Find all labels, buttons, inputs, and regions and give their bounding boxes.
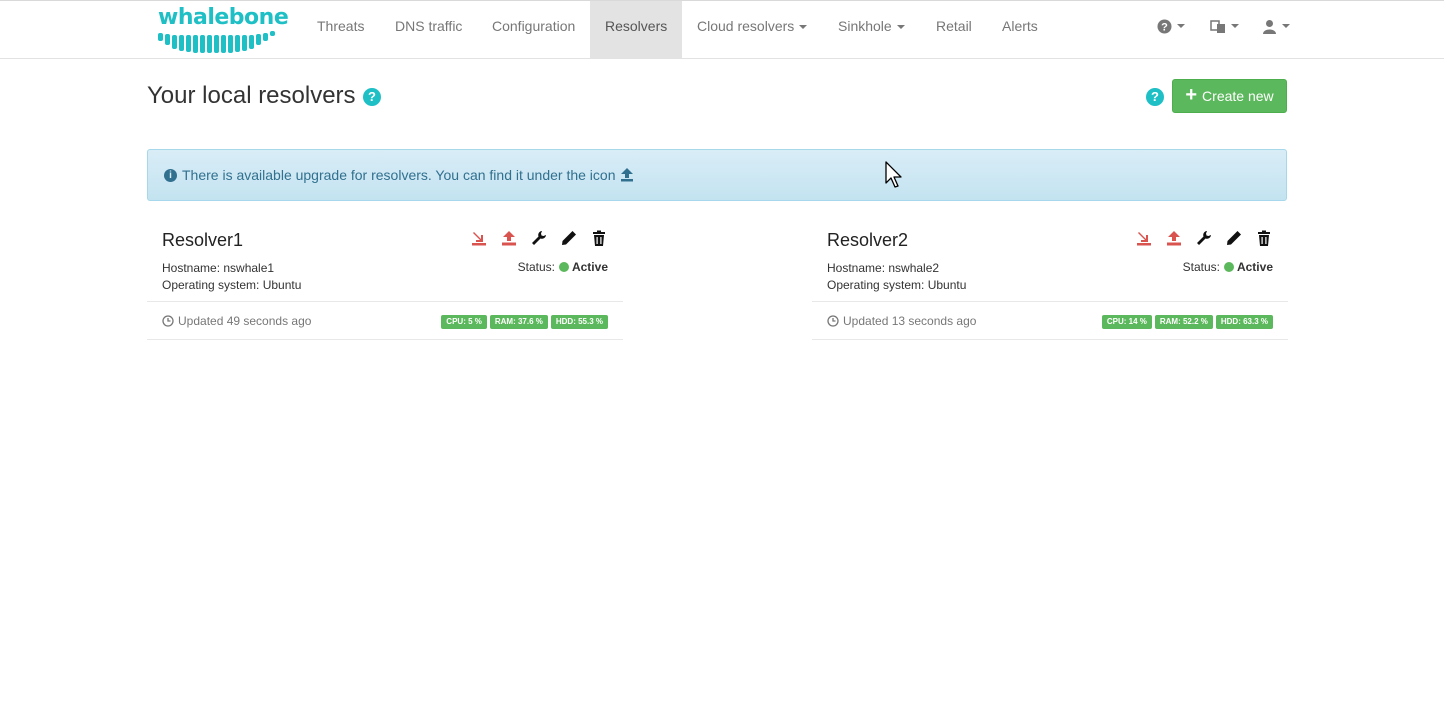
nav-sinkhole[interactable]: Sinkhole xyxy=(823,1,920,58)
user-icon xyxy=(1263,19,1276,34)
clock-icon xyxy=(827,315,839,327)
upload-icon xyxy=(620,168,633,182)
upload-icon xyxy=(1167,231,1181,246)
nav-configuration[interactable]: Configuration xyxy=(477,1,590,58)
resolver-os: Operating system: Ubuntu xyxy=(162,278,302,292)
resolver-card: Resolver2 Hostname: nswhale2 Operating s… xyxy=(812,222,1288,340)
mouse-cursor-icon xyxy=(885,161,902,188)
wrench-icon xyxy=(1197,231,1211,245)
ram-badge: RAM: 37.6 % xyxy=(489,315,548,329)
resolver-hostname: Hostname: nswhale1 xyxy=(162,261,275,275)
cpu-badge: CPU: 5 % xyxy=(441,315,487,329)
pencil-icon xyxy=(1227,231,1241,245)
upgrade-button[interactable] xyxy=(1164,228,1184,248)
upgrade-alert: i There is available upgrade for resolve… xyxy=(147,149,1287,201)
resolver-updated: Updated 49 seconds ago xyxy=(162,314,311,328)
nav-cloud-resolvers[interactable]: Cloud resolvers xyxy=(682,1,822,58)
edit-button[interactable] xyxy=(559,228,579,248)
resolver-status: Status: Active xyxy=(1183,260,1273,274)
delete-button[interactable] xyxy=(1254,228,1274,248)
language-menu[interactable] xyxy=(1210,15,1239,37)
status-label: Status: xyxy=(517,260,555,274)
delete-button[interactable] xyxy=(589,228,609,248)
resolver-updated: Updated 13 seconds ago xyxy=(827,314,976,328)
caret-down-icon xyxy=(1177,24,1185,28)
download-tray-icon xyxy=(472,232,486,246)
resolver-os: Operating system: Ubuntu xyxy=(827,278,967,292)
caret-down-icon xyxy=(896,25,905,30)
nav-sinkhole-label: Sinkhole xyxy=(838,18,892,34)
language-icon xyxy=(1210,19,1225,33)
status-dot-icon xyxy=(1223,262,1234,272)
user-menu[interactable] xyxy=(1262,15,1290,37)
svg-text:?: ? xyxy=(1161,21,1168,33)
card-divider xyxy=(147,301,623,302)
create-new-button[interactable]: + Create new xyxy=(1172,79,1287,113)
trash-icon xyxy=(1258,230,1270,246)
top-navbar: whalebone Threats DNS traffic Configurat… xyxy=(0,0,1444,59)
status-value: Active xyxy=(1236,260,1273,274)
resolver-name: Resolver2 xyxy=(827,230,909,250)
resource-badges: CPU: 5 % RAM: 37.6 % HDD: 55.3 % xyxy=(441,315,608,329)
status-value: Active xyxy=(571,260,608,274)
page-title: Your local resolvers xyxy=(147,82,356,109)
nav-alerts[interactable]: Alerts xyxy=(987,1,1053,58)
trash-icon xyxy=(593,230,605,246)
create-new-label: Create new xyxy=(1202,88,1274,104)
whalebone-logo[interactable]: whalebone xyxy=(158,5,289,53)
resolver-card: Resolver1 Hostname: nswhale1 Operating s… xyxy=(147,222,623,340)
resolver-status: Status: Active xyxy=(518,260,608,274)
pencil-icon xyxy=(562,231,576,245)
configure-button[interactable] xyxy=(529,228,549,248)
updated-text: Updated 49 seconds ago xyxy=(178,314,312,328)
downgrade-button[interactable] xyxy=(469,228,489,248)
nav-threats[interactable]: Threats xyxy=(302,1,379,58)
logo-wordmark: whalebone xyxy=(158,5,289,30)
caret-down-icon xyxy=(1282,24,1290,28)
resource-badges: CPU: 14 % RAM: 52.2 % HDD: 63.3 % xyxy=(1101,315,1273,329)
upgrade-alert-text: There is available upgrade for resolvers… xyxy=(182,167,616,183)
nav-dns-traffic[interactable]: DNS traffic xyxy=(380,1,477,58)
edit-button[interactable] xyxy=(1224,228,1244,248)
resolver-hostname: Hostname: nswhale2 xyxy=(827,261,940,275)
help-menu[interactable]: ? xyxy=(1157,15,1185,37)
cpu-badge: CPU: 14 % xyxy=(1101,315,1152,329)
card-divider xyxy=(812,301,1288,302)
updated-text: Updated 13 seconds ago xyxy=(843,314,977,328)
title-help-icon[interactable]: ? xyxy=(363,88,381,106)
ram-badge: RAM: 52.2 % xyxy=(1154,315,1213,329)
logo-whale-graphic xyxy=(158,31,275,53)
status-dot-icon xyxy=(558,262,569,272)
wrench-icon xyxy=(532,231,546,245)
upload-icon xyxy=(502,231,516,246)
configure-button[interactable] xyxy=(1194,228,1214,248)
resolver-actions xyxy=(1134,228,1274,248)
nav-resolvers[interactable]: Resolvers xyxy=(590,1,682,58)
resolver-actions xyxy=(469,228,609,248)
status-label: Status: xyxy=(1182,260,1220,274)
hdd-badge: HDD: 63.3 % xyxy=(1215,315,1273,329)
caret-down-icon xyxy=(1231,24,1239,28)
download-tray-icon xyxy=(1137,232,1151,246)
question-circle-icon: ? xyxy=(1157,19,1172,33)
info-circle-icon: i xyxy=(164,168,177,182)
downgrade-button[interactable] xyxy=(1134,228,1154,248)
clock-icon xyxy=(162,315,174,327)
upgrade-button[interactable] xyxy=(499,228,519,248)
resolver-name: Resolver1 xyxy=(162,230,244,250)
nav-cloud-resolvers-label: Cloud resolvers xyxy=(697,18,795,34)
hdd-badge: HDD: 55.3 % xyxy=(550,315,608,329)
nav-retail[interactable]: Retail xyxy=(921,1,987,58)
create-help-icon[interactable]: ? xyxy=(1146,88,1164,106)
caret-down-icon xyxy=(799,25,808,30)
plus-icon: + xyxy=(1185,84,1198,106)
